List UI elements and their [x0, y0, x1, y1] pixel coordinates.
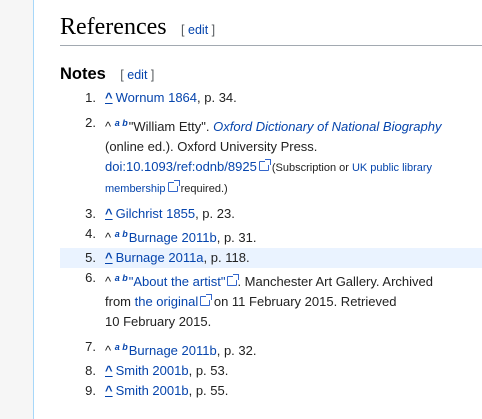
citation-link[interactable]: Smith 2001b — [116, 383, 189, 398]
notes-edit: [ edit ] — [120, 68, 155, 82]
citation-link[interactable]: Burnage 2011a — [116, 250, 204, 265]
citation-link[interactable]: Smith 2001b — [116, 363, 189, 378]
backlink-caret: ^ — [105, 119, 112, 134]
references-edit-link[interactable]: edit — [188, 23, 208, 37]
citation-link[interactable]: Burnage 2011b — [129, 343, 217, 358]
notes-heading: Notes [ edit ] — [60, 65, 154, 84]
external-link-icon — [258, 159, 271, 171]
citation-link[interactable]: Gilchrist 1855 — [116, 206, 195, 221]
about-the-artist-link[interactable]: "About the artist" — [129, 274, 226, 289]
backlink-b[interactable]: b — [122, 342, 128, 352]
note-item-1: 1. ^ Wornum 1864, p. 34. — [85, 90, 237, 105]
note-item-4: 4. ^ a bBurnage 2011b, p. 31. — [85, 226, 257, 245]
doi-link[interactable]: doi:10.1093/ref:odnb/8925 — [105, 159, 257, 174]
membership-link[interactable]: membership — [105, 183, 166, 195]
external-link-icon — [167, 180, 180, 192]
citation-link[interactable]: Wornum 1864 — [116, 90, 197, 105]
note-item-7: 7. ^ a bBurnage 2011b, p. 32. — [85, 339, 257, 358]
backlink-caret: ^ — [105, 230, 112, 245]
external-link-icon — [227, 274, 240, 286]
backlink-a[interactable]: a — [115, 342, 120, 352]
article-content: References [ edit ] Notes [ edit ] 1. ^ W… — [33, 0, 482, 419]
backlink-caret[interactable]: ^ — [105, 383, 113, 398]
note-item-6: 6. ^ a b"About the artist". Manchester A… — [85, 270, 433, 329]
backlink-b[interactable]: b — [122, 273, 128, 283]
backlink-caret[interactable]: ^ — [105, 250, 113, 265]
journal-link[interactable]: Oxford Dictionary of National Biography — [213, 119, 441, 134]
backlink-caret[interactable]: ^ — [105, 363, 113, 378]
backlink-a[interactable]: a — [115, 229, 120, 239]
notes-list: 1. ^ Wornum 1864, p. 34. 2. ^ a b"William… — [60, 88, 482, 401]
backlink-caret[interactable]: ^ — [105, 206, 113, 221]
citation-link[interactable]: Burnage 2011b — [129, 230, 217, 245]
note-item-2: 2. ^ a b"William Etty". Oxford Dictionar… — [85, 115, 442, 195]
backlink-caret: ^ — [105, 343, 112, 358]
backlink-a[interactable]: a — [115, 118, 120, 128]
backlink-b[interactable]: b — [122, 229, 128, 239]
notes-title: Notes — [60, 65, 106, 83]
the-original-link[interactable]: the original — [135, 294, 199, 309]
notes-edit-link[interactable]: edit — [127, 68, 147, 82]
references-edit: [ edit ] — [181, 23, 216, 37]
uk-library-link[interactable]: UK public library — [352, 162, 432, 174]
references-heading: References [ edit ] — [60, 14, 482, 46]
note-item-5: 5. ^ Burnage 2011a, p. 118. — [60, 248, 482, 268]
note-item-3: 3. ^ Gilchrist 1855, p. 23. — [85, 206, 235, 221]
backlink-caret[interactable]: ^ — [105, 90, 113, 105]
note-item-8: 8. ^ Smith 2001b, p. 53. — [85, 363, 229, 378]
external-link-icon — [200, 294, 213, 306]
backlink-b[interactable]: b — [122, 118, 128, 128]
backlink-caret: ^ — [105, 274, 112, 289]
backlink-a[interactable]: a — [115, 273, 120, 283]
references-title: References — [60, 14, 167, 40]
note-item-9: 9. ^ Smith 2001b, p. 55. — [85, 383, 229, 398]
